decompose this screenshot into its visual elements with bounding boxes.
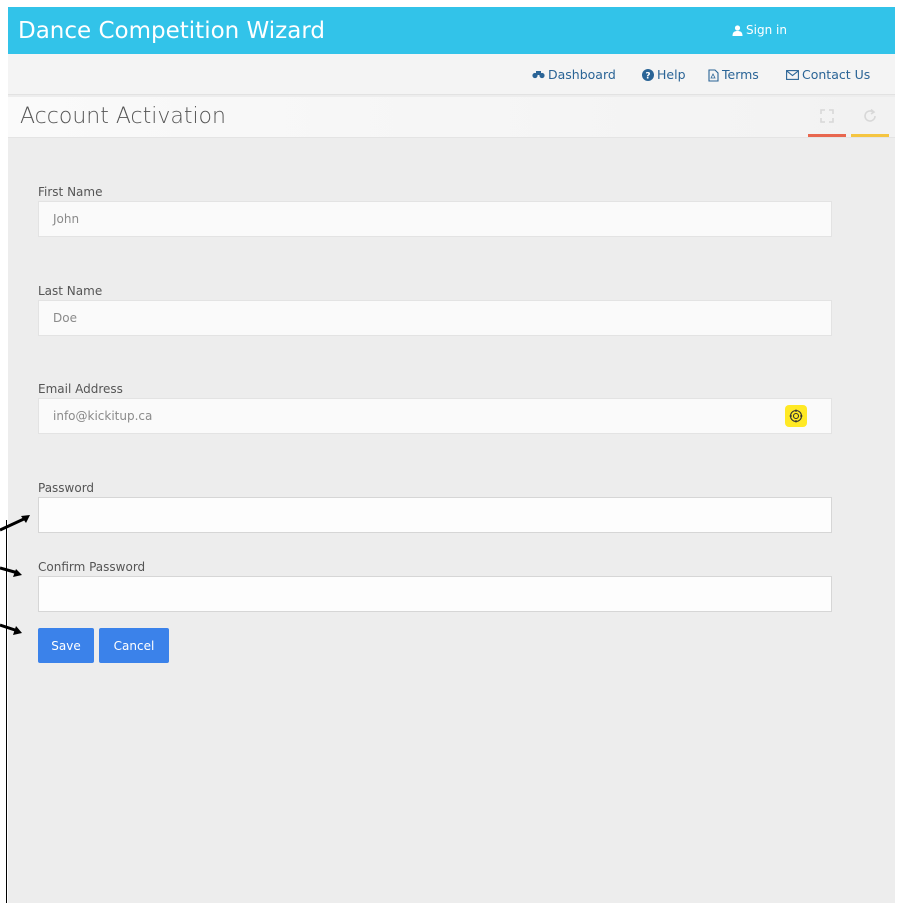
annotation-arrow: [0, 623, 22, 635]
first-name-field[interactable]: John: [38, 201, 832, 237]
page-title: Account Activation: [20, 104, 226, 129]
app-title[interactable]: Dance Competition Wizard: [18, 16, 325, 46]
refresh-accent-bar: [851, 134, 889, 137]
annotation-line: [6, 520, 7, 903]
last-name-field[interactable]: Doe: [38, 300, 832, 336]
pdf-file-icon: [708, 68, 719, 82]
nav-help[interactable]: ? Help: [642, 67, 686, 83]
top-bar: Dance Competition Wizard Sign in: [8, 7, 895, 54]
sign-in-link[interactable]: Sign in: [732, 21, 787, 39]
last-name-label: Last Name: [38, 284, 103, 298]
panel-header: Account Activation: [8, 97, 895, 138]
email-field[interactable]: info@kickitup.ca: [38, 398, 832, 434]
svg-text:?: ?: [645, 71, 650, 81]
password-label: Password: [38, 481, 95, 495]
nav-dashboard-label: Dashboard: [548, 67, 616, 82]
nav-dashboard[interactable]: Dashboard: [532, 67, 616, 83]
nav-contact-label: Contact Us: [802, 67, 871, 82]
app-window: Dance Competition Wizard Sign in Dashboa…: [8, 7, 895, 903]
refresh-icon: [864, 108, 876, 122]
confirm-password-label: Confirm Password: [38, 560, 146, 574]
first-name-value: John: [53, 212, 80, 226]
fullscreen-button[interactable]: [808, 103, 846, 137]
last-name-value: Doe: [53, 311, 77, 325]
nav-terms-label: Terms: [722, 67, 759, 82]
fullscreen-icon: [820, 109, 834, 123]
autofill-target-button[interactable]: [785, 405, 807, 427]
annotation-arrow: [0, 566, 22, 577]
question-circle-icon: ?: [642, 69, 654, 81]
cancel-button[interactable]: Cancel: [99, 628, 169, 663]
user-icon: [732, 24, 743, 36]
nav-bar: Dashboard ? Help Terms Contact Us: [8, 54, 895, 95]
dashboard-icon: [532, 71, 545, 79]
password-field[interactable]: [38, 497, 832, 533]
confirm-password-field[interactable]: [38, 576, 832, 612]
nav-terms[interactable]: Terms: [708, 67, 759, 83]
sign-in-label: Sign in: [746, 23, 787, 37]
fullscreen-accent-bar: [808, 134, 846, 137]
nav-help-label: Help: [657, 67, 686, 82]
email-label: Email Address: [38, 382, 123, 396]
annotation-arrow: [0, 515, 30, 532]
first-name-label: First Name: [38, 185, 103, 199]
nav-contact[interactable]: Contact Us: [786, 67, 870, 83]
email-value: info@kickitup.ca: [53, 409, 153, 423]
save-button[interactable]: Save: [38, 628, 94, 663]
envelope-icon: [786, 70, 799, 80]
autofill-target-icon: [789, 409, 803, 423]
refresh-button[interactable]: [851, 103, 889, 137]
